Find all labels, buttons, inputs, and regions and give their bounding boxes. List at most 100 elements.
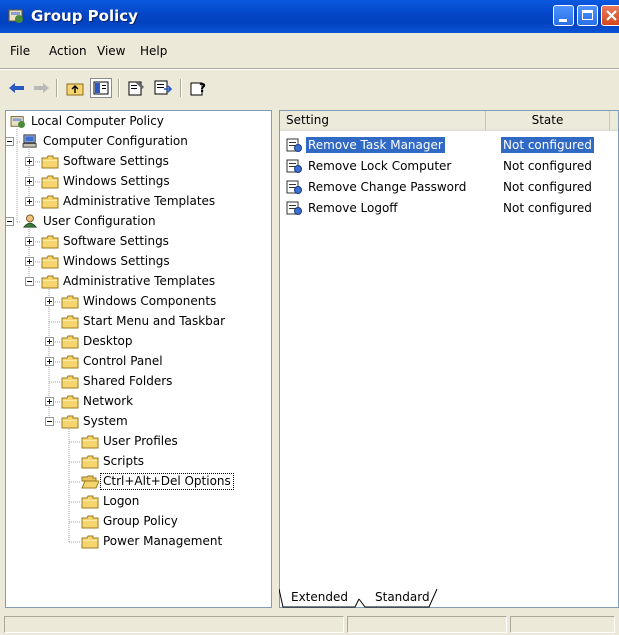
- help-icon: ?: [190, 81, 206, 96]
- expand-icon[interactable]: [45, 357, 54, 366]
- tree-node-start-menu-and-taskbar[interactable]: Start Menu and Taskbar: [61, 313, 268, 331]
- user-config-icon: [21, 213, 39, 229]
- collapse-icon[interactable]: [6, 217, 14, 226]
- tab-extended[interactable]: Extended: [285, 588, 354, 606]
- title-bar[interactable]: Group Policy: [0, 0, 619, 33]
- expand-icon[interactable]: [45, 337, 54, 346]
- table-row[interactable]: Remove Lock Computer Not configured: [284, 156, 618, 176]
- folder-icon: [61, 333, 79, 349]
- setting-state: Not configured: [503, 180, 592, 194]
- help-button[interactable]: ?: [188, 78, 210, 98]
- tree-node-label: Group Policy: [103, 514, 178, 528]
- table-row[interactable]: Remove Logoff Not configured: [284, 198, 618, 218]
- tree-node-administrative-templates[interactable]: Administrative Templates: [25, 273, 268, 291]
- table-row[interactable]: Remove Change Password Not configured: [284, 177, 618, 197]
- status-cell-3: [510, 616, 615, 633]
- up-one-level-button[interactable]: [64, 78, 86, 98]
- menu-bar: File Action View Help: [0, 40, 619, 62]
- tab-standard[interactable]: Standard: [369, 588, 436, 606]
- tree-node-logon[interactable]: Logon: [81, 493, 268, 511]
- tree-node-label: Control Panel: [83, 354, 163, 368]
- table-row[interactable]: Remove Task Manager Not configured: [284, 135, 618, 155]
- close-button[interactable]: [601, 5, 619, 26]
- column-header-setting[interactable]: Setting: [280, 111, 486, 131]
- export-list-button[interactable]: [152, 78, 174, 98]
- tree-node-label: Windows Components: [83, 294, 217, 308]
- minimize-icon: [559, 19, 567, 22]
- tree-node-control-panel[interactable]: Control Panel: [45, 353, 268, 371]
- expand-icon[interactable]: [25, 157, 34, 166]
- tree-node-software-settings[interactable]: Software Settings: [25, 153, 268, 171]
- tree-pane[interactable]: Local Computer Policy Computer Configurat…: [5, 110, 272, 608]
- computer-config-icon: [21, 133, 39, 149]
- tree-node-label: Software Settings: [63, 154, 169, 168]
- minimize-button[interactable]: [553, 5, 574, 26]
- tree-node-desktop[interactable]: Desktop: [45, 333, 268, 351]
- tree-node-label: Computer Configuration: [43, 134, 188, 148]
- menu-view[interactable]: View: [97, 44, 125, 58]
- tree-node-user-configuration[interactable]: User Configuration: [6, 213, 268, 231]
- back-button[interactable]: [6, 78, 28, 98]
- policy-setting-icon: [286, 180, 302, 194]
- tree-node-user-profiles[interactable]: User Profiles: [81, 433, 268, 451]
- tree-node-label: Local Computer Policy: [31, 114, 164, 128]
- menu-help[interactable]: Help: [140, 44, 167, 58]
- toolbar-separator: [118, 79, 120, 97]
- folder-icon: [81, 533, 99, 549]
- tree-node-group-policy[interactable]: Group Policy: [81, 513, 268, 531]
- folder-icon: [41, 173, 59, 189]
- menu-action[interactable]: Action: [49, 44, 87, 58]
- window-title: Group Policy: [31, 7, 138, 25]
- expand-icon[interactable]: [45, 297, 54, 306]
- collapse-icon[interactable]: [25, 277, 34, 286]
- show-hide-tree-icon: [93, 81, 109, 95]
- show-hide-tree-button[interactable]: [90, 78, 112, 98]
- folder-icon: [41, 273, 59, 289]
- maximize-icon: [582, 10, 593, 20]
- properties-button[interactable]: [125, 78, 147, 98]
- tree-node-label: Windows Settings: [63, 174, 170, 188]
- view-tabs: Extended Standard: [279, 588, 619, 608]
- tree-node-local-computer-policy[interactable]: Local Computer Policy: [9, 113, 268, 131]
- tree-node-software-settings[interactable]: Software Settings: [25, 233, 268, 251]
- tree-node-windows-settings[interactable]: Windows Settings: [25, 173, 268, 191]
- tree-node-network[interactable]: Network: [45, 393, 268, 411]
- setting-name: Remove Task Manager: [306, 137, 445, 153]
- tree-node-label: Power Management: [103, 534, 223, 548]
- menu-file[interactable]: File: [10, 44, 30, 58]
- settings-list-pane[interactable]: Setting State Remove Task Manager Not con…: [279, 110, 619, 608]
- collapse-icon[interactable]: [45, 417, 54, 426]
- setting-state: Not configured: [501, 137, 594, 153]
- up-folder-icon: [66, 83, 84, 96]
- column-header-filler: [610, 111, 618, 131]
- tree-node-scripts[interactable]: Scripts: [81, 453, 268, 471]
- tree-node-system[interactable]: System: [45, 413, 268, 431]
- close-icon: [606, 10, 617, 21]
- tree-node-label: Administrative Templates: [63, 274, 216, 288]
- tree-node-computer-configuration[interactable]: Computer Configuration: [6, 133, 268, 151]
- maximize-button[interactable]: [577, 5, 598, 26]
- tree-node-windows-settings[interactable]: Windows Settings: [25, 253, 268, 271]
- tree-node-label: System: [83, 414, 128, 428]
- folder-icon: [81, 453, 99, 469]
- expand-icon[interactable]: [45, 397, 54, 406]
- tree-node-label: Scripts: [103, 454, 145, 468]
- expand-icon[interactable]: [25, 197, 34, 206]
- setting-name: Remove Logoff: [308, 201, 398, 215]
- folder-icon: [61, 413, 79, 429]
- tree-node-administrative-templates[interactable]: Administrative Templates: [25, 193, 268, 211]
- forward-button[interactable]: [30, 78, 52, 98]
- tree-node-windows-components[interactable]: Windows Components: [45, 293, 268, 311]
- tree-node-power-management[interactable]: Power Management: [81, 533, 268, 551]
- folder-icon: [81, 493, 99, 509]
- folder-icon: [61, 353, 79, 369]
- toolbar: ?: [0, 73, 619, 103]
- column-header-state[interactable]: State: [486, 111, 610, 131]
- group-policy-icon: [8, 9, 23, 23]
- tree-node-shared-folders[interactable]: Shared Folders: [61, 373, 268, 391]
- expand-icon[interactable]: [25, 177, 34, 186]
- tree-node-ctrl-alt-del-options[interactable]: Ctrl+Alt+Del Options: [81, 473, 268, 491]
- expand-icon[interactable]: [25, 257, 34, 266]
- expand-icon[interactable]: [25, 237, 34, 246]
- collapse-icon[interactable]: [6, 137, 14, 146]
